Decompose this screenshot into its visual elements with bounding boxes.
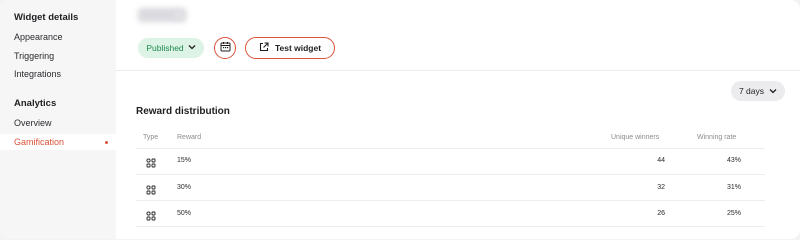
- sidebar-item-overview[interactable]: Overview: [14, 115, 116, 131]
- section-title: Reward distribution: [136, 106, 230, 117]
- column-header-unique-winners: Unique winners: [611, 134, 660, 141]
- calendar-icon: [220, 39, 231, 57]
- header-divider: [116, 70, 800, 71]
- reward-cell: 15%: [177, 157, 192, 164]
- column-header-winning-rate: Winning rate: [697, 134, 737, 141]
- table-divider: [136, 148, 765, 149]
- status-label: Published: [146, 43, 184, 53]
- schedule-button[interactable]: [214, 37, 236, 59]
- external-link-icon: [259, 42, 269, 54]
- sidebar-group-analytics: Analytics: [14, 98, 57, 109]
- column-header-reward: Reward: [177, 134, 202, 141]
- table-divider: [136, 226, 765, 227]
- chevron-down-icon: [188, 44, 196, 52]
- reward-cell: 50%: [177, 210, 192, 217]
- sidebar-item-appearance[interactable]: Appearance: [14, 29, 116, 45]
- sidebar-item-triggering[interactable]: Triggering: [14, 48, 116, 64]
- grid-icon: [146, 182, 156, 195]
- winning-rate-cell: 31%: [726, 184, 741, 191]
- reward-cell: 30%: [177, 184, 192, 191]
- sidebar-group-widget-details: Widget details: [14, 12, 79, 23]
- unique-winners-cell: 26: [657, 210, 665, 217]
- unique-winners-cell: 32: [657, 184, 665, 191]
- app-window: Widget details Appearance Triggering Int…: [0, 0, 800, 239]
- sidebar: Widget details Appearance Triggering Int…: [0, 0, 116, 239]
- status-dropdown[interactable]: Published: [138, 38, 204, 58]
- test-widget-button[interactable]: Test widget: [245, 37, 335, 59]
- unique-winners-cell: 44: [657, 157, 665, 164]
- date-range-label: 7 days: [738, 86, 765, 96]
- table-divider: [136, 174, 765, 175]
- winning-rate-cell: 25%: [726, 210, 741, 217]
- chevron-down-icon: [769, 86, 777, 96]
- grid-icon: [146, 208, 156, 221]
- active-indicator-dot: [105, 141, 108, 144]
- test-widget-label: Test widget: [274, 43, 322, 53]
- widget-name-blurred-suffix: [174, 11, 184, 19]
- column-header-type: Type: [143, 134, 159, 141]
- date-range-dropdown[interactable]: 7 days: [731, 81, 785, 101]
- sidebar-item-integrations[interactable]: Integrations: [14, 66, 116, 82]
- winning-rate-cell: 43%: [726, 157, 741, 164]
- sidebar-item-gamification[interactable]: Gamification: [0, 134, 116, 150]
- sidebar-item-label: Gamification: [14, 137, 65, 147]
- main-content: Published Test widget 7 days Reward dist…: [116, 0, 800, 239]
- grid-icon: [146, 155, 156, 168]
- table-divider: [136, 200, 765, 201]
